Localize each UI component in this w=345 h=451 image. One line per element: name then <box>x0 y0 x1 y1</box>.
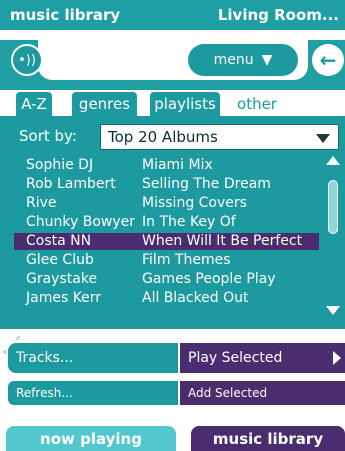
list-item[interactable]: Graystake Games People Play <box>14 271 319 288</box>
app-title: music library <box>10 6 121 24</box>
album-title: Selling The Dream <box>142 176 271 192</box>
tab-now-playing[interactable]: now playing <box>6 426 176 451</box>
album-title: Miami Mix <box>142 157 213 173</box>
tab-genres[interactable]: genres <box>70 90 139 116</box>
artist-name: Rive <box>26 195 57 211</box>
scroll-thumb[interactable] <box>328 180 338 234</box>
album-list: Sophie DJ Miami Mix Rob Lambert Selling The… <box>14 156 324 316</box>
artist-name: Sophie DJ <box>26 157 94 173</box>
tab-a-z[interactable]: A-Z <box>14 90 54 116</box>
add-selected-button[interactable]: Add Selected <box>180 381 345 405</box>
back-arrow-icon: ← <box>319 48 337 72</box>
artist-name: Chunky Bowyer <box>26 214 136 230</box>
dropdown-arrow-icon <box>316 134 330 143</box>
list-item[interactable]: Rob Lambert Selling The Dream <box>14 176 319 193</box>
scroll-down-icon[interactable] <box>326 306 340 315</box>
album-title: Film Themes <box>142 252 231 268</box>
menu-button[interactable]: menu ▼ <box>188 44 298 76</box>
volume-button[interactable]: •)) <box>11 44 43 76</box>
list-item[interactable]: Rive Missing Covers <box>14 195 319 212</box>
artist-name: Glee Club <box>26 252 94 268</box>
artist-name: Graystake <box>26 271 98 287</box>
volume-icon: •)) <box>18 52 36 68</box>
back-button[interactable]: ← <box>312 44 344 76</box>
album-title: Missing Covers <box>142 195 247 211</box>
list-item[interactable]: Chunky Bowyer In The Key Of <box>14 214 319 231</box>
sort-label: Sort by: <box>19 127 77 145</box>
album-title: All Blacked Out <box>142 290 249 306</box>
album-title: When Will It Be Perfect <box>142 233 303 249</box>
list-item[interactable]: Glee Club Film Themes <box>14 252 319 269</box>
artist-name: James Kerr <box>26 290 102 306</box>
tab-music-library[interactable]: music library <box>191 426 345 451</box>
play-arrow-icon <box>333 351 341 365</box>
zone-name[interactable]: Living Room... <box>218 6 339 24</box>
artist-name: Rob Lambert <box>26 176 116 192</box>
tab-other[interactable]: other <box>228 90 286 116</box>
sort-dropdown[interactable]: Top 20 Albums <box>100 124 339 150</box>
album-title: In The Key Of <box>142 214 236 230</box>
play-selected-button[interactable]: Play Selected <box>180 343 345 373</box>
list-item[interactable]: James Kerr All Blacked Out <box>14 290 319 307</box>
menu-label: menu <box>213 52 254 68</box>
album-title: Games People Play <box>142 271 276 287</box>
tab-playlists[interactable]: playlists <box>148 90 222 116</box>
sort-value: Top 20 Albums <box>108 128 218 146</box>
list-item[interactable]: Sophie DJ Miami Mix <box>14 157 319 174</box>
refresh-button[interactable]: Refresh... <box>8 381 178 405</box>
list-item[interactable]: Costa NN When Will It Be Perfect <box>14 233 319 250</box>
tracks-button[interactable]: Tracks... <box>8 343 178 373</box>
artist-name: Costa NN <box>26 233 92 249</box>
play-selected-label: Play Selected <box>188 350 283 366</box>
scroll-up-icon[interactable] <box>326 156 340 165</box>
chevron-down-icon: ▼ <box>261 52 273 68</box>
list-scrollbar[interactable] <box>325 156 341 318</box>
